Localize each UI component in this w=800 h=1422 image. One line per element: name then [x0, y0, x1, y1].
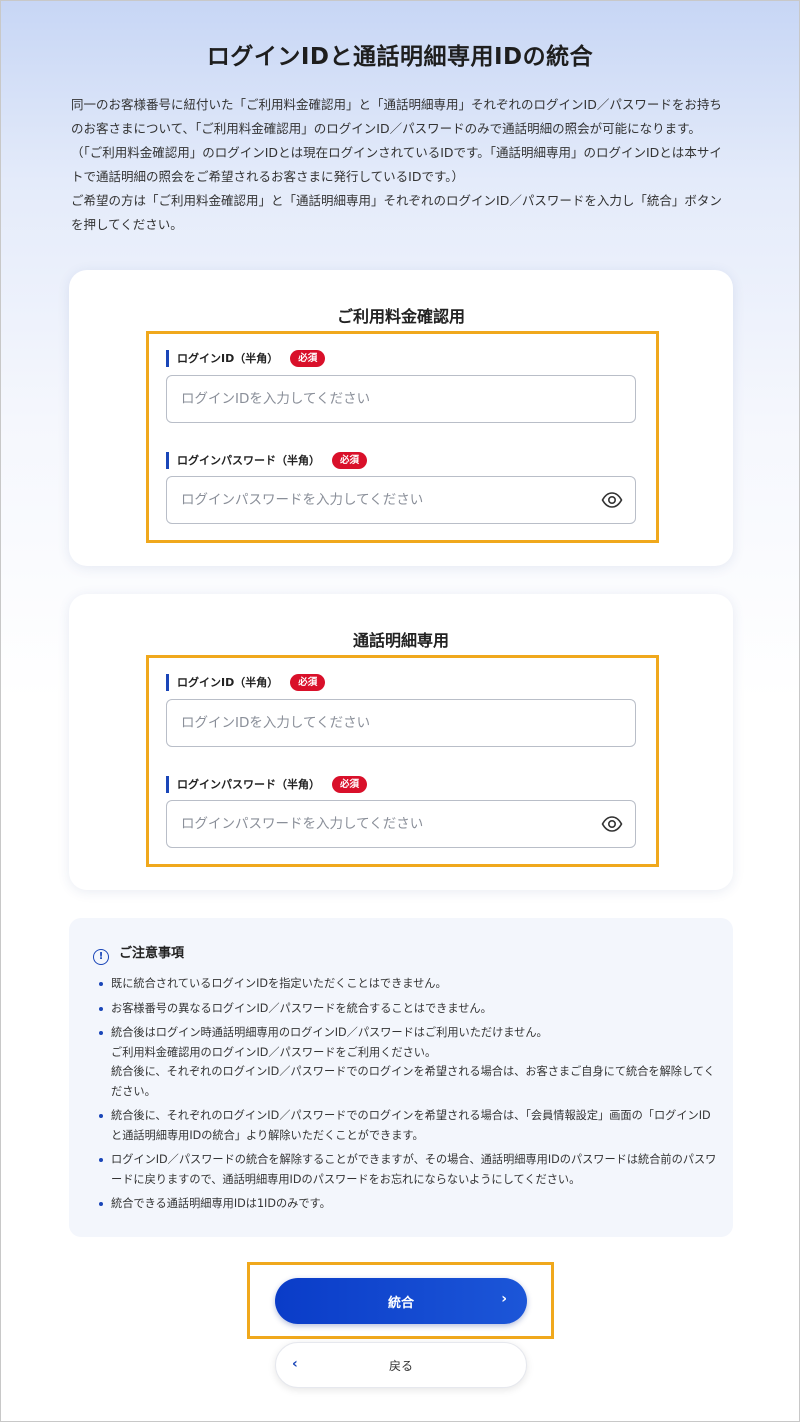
notice-line: 既に統合されているログインIDを指定いただくことはできません。: [111, 977, 447, 990]
integrate-button-label: 統合: [387, 1295, 414, 1311]
call-detail-login-id-label: ログインID（半角） 必須: [166, 674, 326, 691]
billing-password-input[interactable]: [167, 477, 635, 523]
billing-card-title: ご利用料金確認用: [336, 307, 465, 326]
notice-item: 統合後はログイン時通話明細専用のログインID／パスワードはご利用いただけません。…: [99, 1023, 717, 1101]
billing-login-id-input[interactable]: [167, 376, 635, 422]
notice-line: 統合後に、それぞれのログインID／パスワードでのログインを希望される場合は、「会…: [111, 1109, 711, 1142]
notice-heading: ! ご注意事項: [93, 942, 184, 965]
notice-item: 既に統合されているログインIDを指定いただくことはできません。: [99, 974, 717, 994]
billing-password-label-text: ログインパスワード（半角）: [177, 454, 320, 467]
notice-line: ログインID／パスワードの統合を解除することができますが、その場合、通話明細専用…: [111, 1153, 717, 1186]
call-detail-password-field[interactable]: [166, 800, 636, 848]
billing-password-label: ログインパスワード（半角） 必須: [166, 452, 368, 469]
notice-line: 統合後に、それぞれのログインID／パスワードでのログインを希望される場合は、お客…: [111, 1065, 715, 1098]
call-detail-login-id-label-text: ログインID（半角）: [177, 676, 279, 689]
notice-list: 既に統合されているログインIDを指定いただくことはできません。 お客様番号の異な…: [99, 974, 717, 1219]
notice-item: 統合後に、それぞれのログインID／パスワードでのログインを希望される場合は、「会…: [99, 1106, 717, 1145]
call-detail-password-label-text: ログインパスワード（半角）: [177, 778, 320, 791]
billing-password-field[interactable]: [166, 476, 636, 524]
notice-box: ! ご注意事項 既に統合されているログインIDを指定いただくことはできません。 お…: [69, 918, 733, 1237]
page: ログインIDと通話明細専用IDの統合 同一のお客様番号に紐付いた「ご利用料金確認…: [0, 0, 800, 1422]
page-title: ログインIDと通話明細専用IDの統合: [206, 44, 594, 70]
notice-item: 統合できる通話明細専用IDは1IDのみです。: [99, 1194, 717, 1214]
intro-text: 同一のお客様番号に紐付いた「ご利用料金確認用」と「通話明細専用」それぞれのログイ…: [71, 97, 722, 184]
notice-line: 統合できる通話明細専用IDは1IDのみです。: [111, 1197, 331, 1210]
integrate-button[interactable]: 統合 ›: [275, 1278, 527, 1324]
notice-line: 統合後はログイン時通話明細専用のログインID／パスワードはご利用いただけません。: [111, 1026, 548, 1039]
chevron-left-icon: ‹: [292, 1356, 298, 1372]
billing-fields-highlight: ログインID（半角） 必須 ログインパスワード（半角） 必須: [146, 331, 659, 543]
notice-line: ご利用料金確認用のログインID／パスワードをご利用ください。: [111, 1045, 437, 1059]
call-detail-password-input[interactable]: [167, 801, 635, 847]
notice-item: お客様番号の異なるログインID／パスワードを統合することはできません。: [99, 999, 717, 1019]
eye-icon[interactable]: [601, 815, 623, 833]
billing-login-id-field[interactable]: [166, 375, 636, 423]
billing-login-card: ご利用料金確認用 ログインID（半角） 必須 ログインパスワード（半角） 必須: [69, 270, 733, 566]
intro-instruction: ご希望の方は「ご利用料金確認用」と「通話明細専用」それぞれのログインID／パスワ…: [71, 193, 722, 232]
eye-icon[interactable]: [601, 491, 623, 509]
billing-login-id-label-text: ログインID（半角）: [177, 352, 279, 365]
required-badge: 必須: [290, 674, 326, 691]
back-button-label: 戻る: [388, 1358, 413, 1373]
chevron-right-icon: ›: [501, 1291, 507, 1307]
required-badge: 必須: [332, 452, 368, 469]
required-badge: 必須: [290, 350, 326, 367]
call-detail-card-title: 通話明細専用: [352, 631, 449, 650]
call-detail-login-id-field[interactable]: [166, 699, 636, 747]
notice-item: ログインID／パスワードの統合を解除することができますが、その場合、通話明細専用…: [99, 1150, 717, 1189]
call-detail-password-label: ログインパスワード（半角） 必須: [166, 776, 368, 793]
info-icon: !: [93, 949, 109, 965]
notice-line: お客様番号の異なるログインID／パスワードを統合することはできません。: [111, 1001, 492, 1015]
call-detail-login-id-input[interactable]: [167, 700, 635, 746]
back-button[interactable]: ‹ 戻る: [275, 1342, 527, 1388]
call-detail-login-card: 通話明細専用 ログインID（半角） 必須 ログインパスワード（半角） 必須: [69, 594, 733, 890]
required-badge: 必須: [332, 776, 368, 793]
billing-login-id-label: ログインID（半角） 必須: [166, 350, 326, 367]
call-detail-fields-highlight: ログインID（半角） 必須 ログインパスワード（半角） 必須: [146, 655, 659, 867]
notice-heading-text: ご注意事項: [119, 946, 185, 961]
